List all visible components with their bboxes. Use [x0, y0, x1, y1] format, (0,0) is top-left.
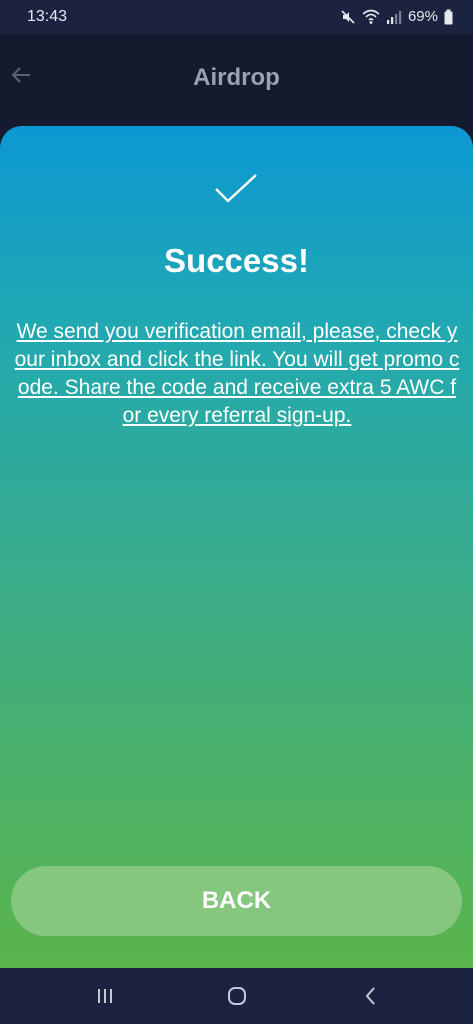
navigation-bar: [0, 968, 473, 1024]
recents-icon[interactable]: [90, 982, 120, 1010]
status-time: 13:43: [27, 8, 68, 25]
wifi-icon: [362, 9, 380, 25]
battery-percent: 69%: [407, 8, 438, 25]
back-button[interactable]: BACK: [11, 866, 462, 936]
success-title: Success!: [164, 242, 309, 279]
verification-message-link[interactable]: We send you verification email, please, …: [14, 318, 460, 430]
status-icons: 69%: [340, 8, 453, 25]
checkmark-icon: [214, 172, 258, 206]
mute-icon: [340, 9, 356, 25]
page-title: Airdrop: [193, 64, 280, 91]
battery-icon: [444, 9, 453, 25]
screen: 13:43 69% Airdrop Success! We send you v…: [0, 0, 473, 1024]
status-bar: 13:43 69%: [0, 0, 473, 34]
back-icon[interactable]: [356, 982, 386, 1010]
success-card: Success! We send you verification email,…: [0, 126, 473, 968]
signal-icon: [386, 9, 402, 25]
home-icon[interactable]: [222, 982, 252, 1010]
app-bar: Airdrop: [0, 34, 473, 130]
